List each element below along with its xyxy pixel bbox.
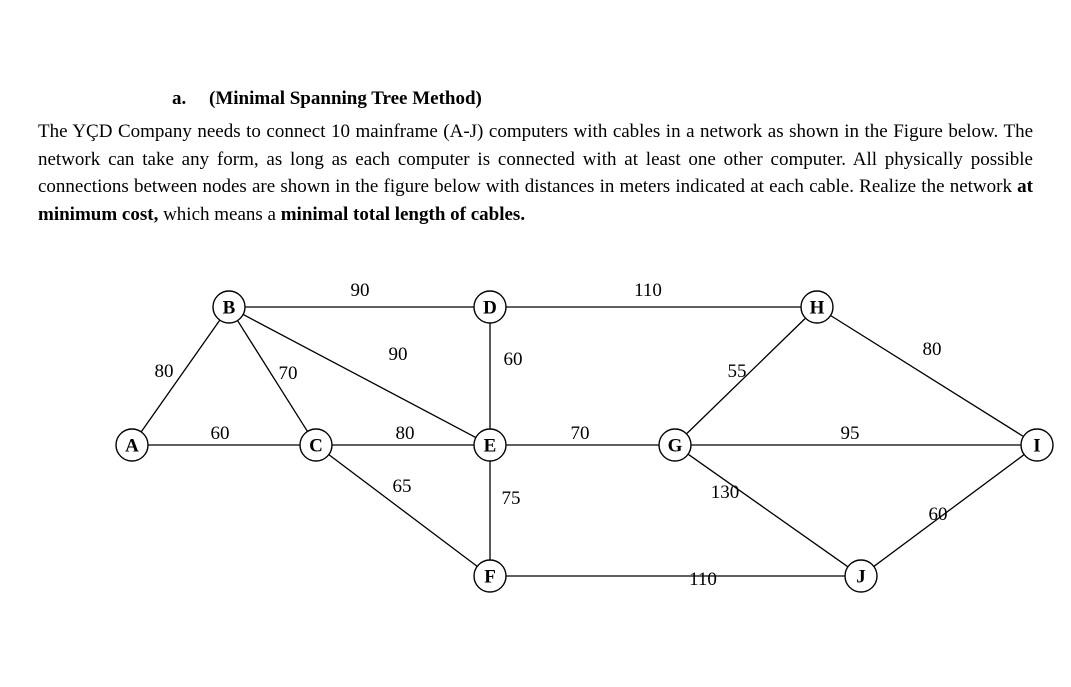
svg-text:I: I [1033,436,1040,457]
edge-A-B [141,320,220,432]
edge-weight-G-I: 95 [841,423,860,444]
svg-text:J: J [856,567,866,588]
edge-weight-G-H: 55 [728,361,747,382]
node-E: E [474,429,506,461]
body-part-1: The YÇD Company needs to connect 10 main… [38,121,1033,197]
edge-weight-E-F: 75 [502,488,521,509]
node-A: A [116,429,148,461]
body-part-2: which means a [158,204,280,225]
edge-weight-H-I: 80 [923,339,942,360]
node-C: C [300,429,332,461]
svg-text:C: C [309,436,323,457]
heading: a. (Minimal Spanning Tree Method) [172,88,1033,110]
svg-text:D: D [483,298,497,319]
edge-weight-A-C: 60 [211,423,230,444]
network-graph: 80 60 70 90 90 80 65 60 110 75 70 110 55 95 130 80 60 A B… [100,280,1060,610]
edge-weight-B-C: 70 [279,363,298,384]
edge-G-J [688,454,848,567]
problem-text: The YÇD Company needs to connect 10 main… [38,118,1033,228]
edge-weight-G-J: 130 [711,482,740,503]
edge-C-F [329,455,477,567]
node-H: H [801,291,833,323]
edge-weight-A-B: 80 [155,361,174,382]
edge-weight-F-J: 110 [689,569,717,590]
svg-text:F: F [484,567,496,588]
edge-weight-C-F: 65 [393,476,412,497]
node-B: B [213,291,245,323]
edge-I-J [874,455,1024,567]
heading-letter: a. [172,88,186,109]
node-D: D [474,291,506,323]
edge-weight-I-J: 60 [929,504,948,525]
edge-weight-D-E: 60 [504,349,523,370]
edge-weight-B-E: 90 [389,344,408,365]
svg-text:E: E [484,436,497,457]
edge-weight-E-G: 70 [571,423,590,444]
edge-weight-C-E: 80 [396,423,415,444]
edge-weight-B-D: 90 [351,280,370,301]
body-bold-2: minimal total length of cables. [281,204,525,225]
svg-text:A: A [125,436,139,457]
edge-weight-D-H: 110 [634,280,662,301]
edge-H-I [831,316,1024,437]
node-F: F [474,560,506,592]
node-I: I [1021,429,1053,461]
node-G: G [659,429,691,461]
heading-title: (Minimal Spanning Tree Method) [209,88,482,109]
svg-text:G: G [668,436,683,457]
svg-text:H: H [810,298,825,319]
svg-text:B: B [223,298,236,319]
node-J: J [845,560,877,592]
